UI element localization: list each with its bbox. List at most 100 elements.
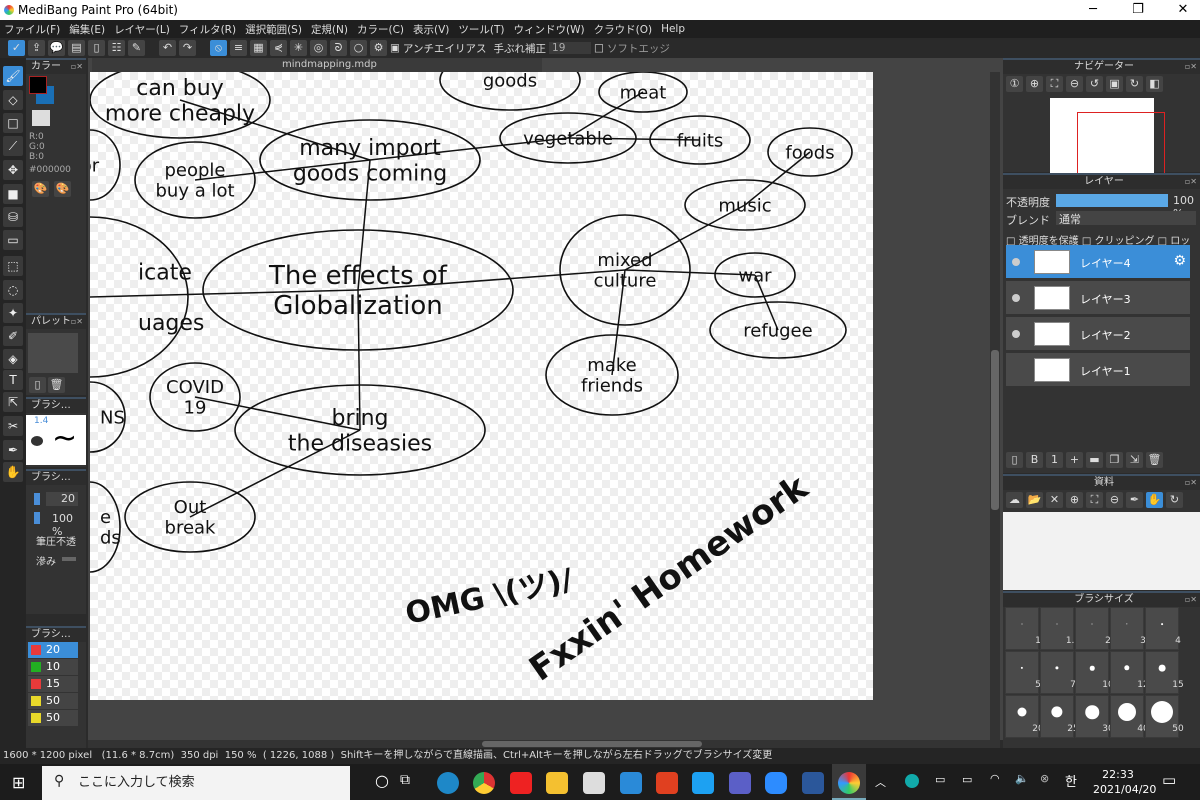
blend-select[interactable]: 通常	[1056, 211, 1196, 226]
edit-icon[interactable]: ✎	[128, 40, 145, 56]
menu-item[interactable]: フィルタ(R)	[179, 22, 236, 37]
horizontal-scroll-thumb[interactable]	[482, 741, 702, 747]
fit-window-icon[interactable]: ▣	[1106, 76, 1123, 92]
brush-list-item[interactable]: 10	[28, 659, 78, 675]
transparent-swatch[interactable]	[32, 110, 50, 126]
layer-settings-icon[interactable]: ⚙	[1173, 253, 1186, 269]
drawing-canvas[interactable]: can buy more cheaply goods meat vegetable fru…	[90, 72, 873, 700]
brush-size-cell[interactable]: 50	[1145, 695, 1184, 738]
cloud-download-icon[interactable]: ☁	[1006, 492, 1023, 508]
zoom-app-icon[interactable]	[765, 772, 787, 794]
hand-icon[interactable]: ✋	[1146, 492, 1163, 508]
office-icon[interactable]	[656, 772, 678, 794]
brush-size-cell[interactable]: 12	[1110, 651, 1149, 694]
fill-rect-tool-icon[interactable]: ■	[3, 184, 23, 204]
brush-list-item[interactable]: 15	[28, 676, 78, 692]
page-icon[interactable]: ▯	[88, 40, 105, 56]
brush-size-cell[interactable]: 30	[1075, 695, 1114, 738]
navigator-viewport[interactable]	[1077, 112, 1165, 174]
soft-edge-checkbox[interactable]: □	[594, 42, 604, 54]
fit-icon[interactable]: ⛶	[1086, 492, 1103, 508]
brush-size-input[interactable]: 20	[46, 492, 78, 506]
store-icon[interactable]	[583, 772, 605, 794]
menu-item[interactable]: 選択範囲(S)	[245, 22, 302, 37]
check-icon[interactable]: ✓	[8, 40, 25, 56]
concentric-snap-icon[interactable]: ◎	[310, 40, 327, 56]
brush-size-cell[interactable]: 20	[1005, 695, 1044, 738]
select-eraser-icon[interactable]: ◈	[3, 349, 23, 369]
flip-icon[interactable]: ◧	[1146, 76, 1163, 92]
layer-item[interactable]: レイヤー4 ⚙	[1006, 245, 1190, 279]
clock[interactable]: 22:33 2021/04/20	[1093, 767, 1156, 797]
brush-size-cell[interactable]: 10	[1075, 651, 1114, 694]
document-tab[interactable]: mindmapping.mdp	[92, 58, 542, 72]
brush-size-cell[interactable]: 3	[1110, 607, 1146, 650]
cortana-icon[interactable]: ○	[375, 771, 389, 790]
menu-item[interactable]: クラウド(O)	[594, 22, 652, 37]
layer-item[interactable]: レイヤー2	[1006, 317, 1190, 351]
new-layer-icon[interactable]: ▯	[1006, 452, 1023, 468]
menu-item[interactable]: ファイル(F)	[4, 22, 60, 37]
add-halftone-layer-icon[interactable]: +	[1066, 452, 1083, 468]
teams-icon[interactable]	[729, 772, 751, 794]
zoom-out-icon[interactable]: ⊖	[1106, 492, 1123, 508]
brush-size-cell[interactable]: 4	[1145, 607, 1181, 650]
panel-icon[interactable]: ▤	[68, 40, 85, 56]
windows-start-icon[interactable]: ⊞	[12, 773, 25, 792]
rotate-right-icon[interactable]: ↻	[1126, 76, 1143, 92]
antialias-checkbox[interactable]: ▣	[390, 42, 400, 54]
zoom-actual-icon[interactable]: ①	[1006, 76, 1023, 92]
brush-list-item[interactable]: 50	[28, 693, 78, 709]
mail-icon[interactable]	[620, 772, 642, 794]
file-explorer-icon[interactable]	[546, 772, 568, 794]
battery-icon[interactable]: ▭	[962, 773, 972, 786]
visibility-icon[interactable]	[1012, 330, 1020, 338]
edge-icon[interactable]	[437, 772, 459, 794]
rectangle-tool-icon[interactable]: □	[3, 113, 23, 133]
stabilizer-select[interactable]: 19	[549, 42, 592, 54]
brush-size-cell[interactable]: 1.5	[1040, 607, 1080, 650]
undo-button[interactable]: ↶	[159, 40, 176, 56]
maximize-button[interactable]: ❐	[1123, 2, 1153, 17]
medibang-taskbar-icon[interactable]	[838, 772, 860, 794]
brush-tool-icon[interactable]: 🖌	[3, 66, 23, 86]
snap-settings-icon[interactable]: ⚙	[370, 40, 387, 56]
line-tool-icon[interactable]: ⟋	[3, 136, 23, 156]
select-pen-icon[interactable]: ✐	[3, 326, 23, 346]
fit-icon[interactable]: ⛶	[1046, 76, 1063, 92]
grid-snap-icon[interactable]: ▦	[250, 40, 267, 56]
panel-close-icon[interactable]: ▫✕	[71, 60, 83, 74]
rotate-icon[interactable]: ↻	[1166, 492, 1183, 508]
brush-size-cell[interactable]: 40	[1110, 695, 1149, 738]
word-icon[interactable]	[802, 772, 824, 794]
menu-item[interactable]: 表示(V)	[413, 22, 449, 37]
duplicate-layer-icon[interactable]: ❐	[1106, 452, 1123, 468]
layer-item[interactable]: レイヤー3	[1006, 281, 1190, 315]
error-icon[interactable]: ⊗	[1040, 772, 1049, 785]
zoom-in-icon[interactable]: ⊕	[1026, 76, 1043, 92]
notification-icon[interactable]: ▭	[1162, 771, 1176, 789]
opacity-slider[interactable]	[1056, 194, 1168, 207]
brush-size-cell[interactable]: 2	[1075, 607, 1111, 650]
ime-icon[interactable]: 한	[1065, 771, 1077, 790]
palette-settings-icon[interactable]: 🎨	[54, 181, 71, 197]
youtube-icon[interactable]	[510, 772, 532, 794]
curve-snap-icon[interactable]: ᘐ	[330, 40, 347, 56]
gradient-tool-icon[interactable]: ▭	[3, 230, 23, 250]
merge-layer-icon[interactable]: ⇲	[1126, 452, 1143, 468]
delete-palette-icon[interactable]: 🗑	[48, 377, 65, 393]
brush-size-cell[interactable]: 25	[1040, 695, 1079, 738]
palette-icon[interactable]: 🎨	[32, 181, 49, 197]
menu-item[interactable]: ウィンドウ(W)	[514, 22, 585, 37]
new-8bit-layer-icon[interactable]: B	[1026, 452, 1043, 468]
blur-slider[interactable]	[62, 557, 76, 561]
brush-list-item[interactable]: 20	[28, 642, 78, 658]
primary-color-swatch[interactable]	[29, 76, 47, 94]
zoom-out-icon[interactable]: ⊖	[1066, 76, 1083, 92]
layer-item[interactable]: レイヤー1	[1006, 353, 1190, 387]
perspective-snap-icon[interactable]: ⋞	[270, 40, 287, 56]
task-view-icon[interactable]: ⧉	[400, 772, 410, 788]
magic-wand-icon[interactable]: ✦	[3, 303, 23, 323]
lasso-tool-icon[interactable]: ◌	[3, 280, 23, 300]
menu-item[interactable]: 編集(E)	[69, 22, 105, 37]
